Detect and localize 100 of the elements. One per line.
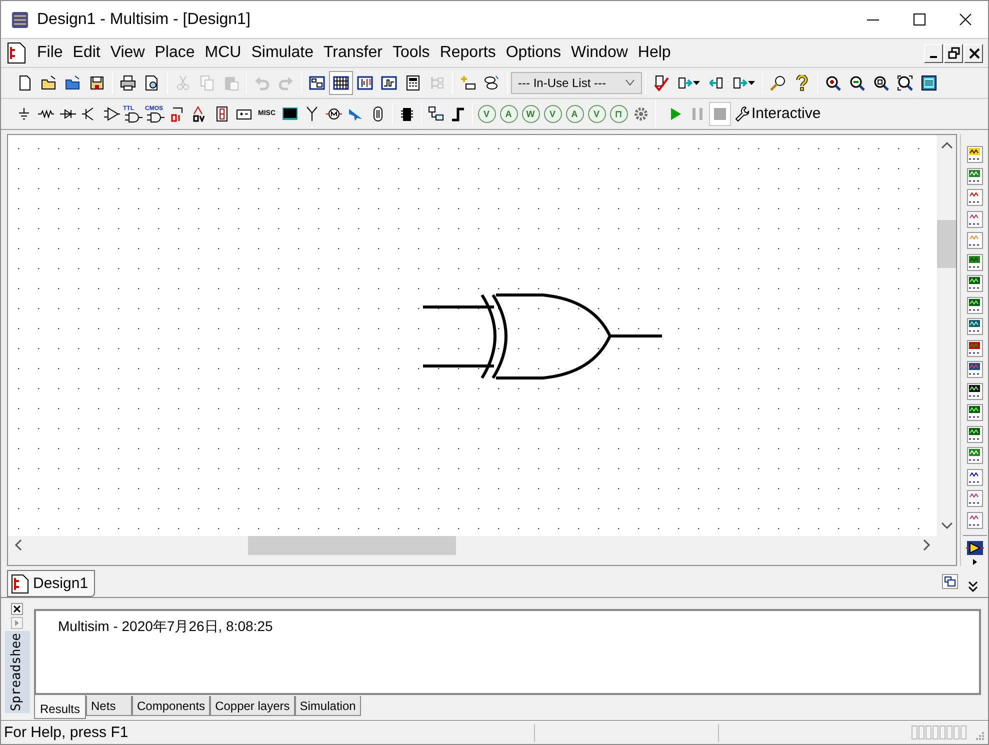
status-text: For Help, press F1 (4, 722, 130, 742)
menu-item[interactable]: Place (150, 42, 200, 64)
logic-gate-icon (147, 112, 165, 123)
restore-icon (946, 45, 962, 62)
in-use-list-dropdown[interactable]: --- In-Use List --- (511, 72, 642, 94)
instrument-icon (966, 404, 982, 422)
zoom-area-icon (873, 75, 889, 92)
restore-button[interactable] (944, 44, 963, 63)
folder-icon (65, 75, 81, 92)
probe-button[interactable]: V (588, 105, 606, 124)
instrument-button[interactable] (966, 402, 982, 424)
scroll-thumb[interactable] (937, 220, 956, 268)
instrument-icon (966, 490, 982, 508)
instrument-icon (966, 468, 982, 486)
grid-icon (333, 75, 349, 92)
instrument-icon (966, 318, 982, 336)
menu-item[interactable]: Simulate (246, 42, 318, 64)
instrument-button[interactable] (966, 337, 982, 359)
instrument-icon (966, 146, 982, 164)
double-chevron-down-icon (968, 581, 978, 594)
step-icon (450, 106, 466, 122)
analog-amplifier-icon (104, 106, 120, 122)
menu-item[interactable]: Reports (434, 42, 501, 64)
menu-item[interactable]: Edit (68, 42, 106, 64)
instrument-button[interactable] (966, 251, 982, 273)
spreadsheet-tab[interactable]: Nets (86, 696, 132, 716)
undo-icon (254, 75, 270, 92)
spreadsheet-tab[interactable]: Simulation (294, 696, 361, 716)
instrument-button[interactable] (966, 466, 982, 488)
folder-icon (41, 75, 57, 92)
resize-grip-icon[interactable] (975, 731, 985, 741)
probe-button[interactable]: A (500, 105, 518, 124)
instrument-button[interactable] (966, 380, 982, 402)
minimize-button[interactable] (924, 44, 943, 63)
instrument-icon (966, 426, 982, 443)
menu-item[interactable]: Tools (387, 42, 435, 64)
clipboard-icon (223, 75, 239, 92)
windows-icon (944, 576, 956, 588)
instrument-icon (966, 512, 982, 529)
caret-icon (693, 81, 700, 86)
instrument-icon (966, 340, 982, 357)
wrench-icon (734, 106, 748, 122)
terminal-icon (282, 106, 298, 122)
instrument-button[interactable] (966, 294, 982, 316)
checkmark-icon (653, 75, 669, 92)
labview-instrument-button[interactable] (966, 540, 984, 556)
instrument-icon (966, 296, 982, 314)
panel-title: Spreadshee (4, 631, 30, 714)
probe-button[interactable]: V (478, 105, 496, 124)
xor-gate-symbol[interactable] (422, 293, 662, 380)
sparkle-component-icon (460, 75, 476, 92)
scroll-thumb[interactable] (248, 536, 456, 555)
instrument-button[interactable] (966, 316, 982, 338)
caret-icon (14, 619, 20, 628)
print-preview-icon (144, 75, 160, 92)
motor-icon (326, 106, 342, 122)
chip-icon (398, 106, 414, 122)
minimize-icon (929, 56, 938, 58)
simulation-mode-label: Interactive (752, 104, 821, 124)
menu-item[interactable]: Transfer (318, 42, 388, 64)
screen-icon (921, 75, 937, 92)
menu-item[interactable]: Options (500, 42, 566, 64)
menu-item[interactable]: File (32, 42, 68, 64)
instrument-icon (966, 275, 982, 292)
zoom-fit-icon (897, 75, 913, 92)
copy-icon (199, 75, 215, 92)
menu-item[interactable]: Window (566, 42, 633, 64)
menu-item[interactable]: MCU (200, 42, 246, 64)
menu-item[interactable]: Help (632, 42, 676, 64)
instrument-button[interactable] (966, 272, 982, 294)
gear-icon (632, 106, 648, 122)
play-icon (670, 107, 682, 122)
tile-windows-button[interactable] (942, 574, 958, 590)
amplifier-icon (966, 540, 984, 556)
redo-icon (278, 75, 294, 92)
instrument-button[interactable] (966, 358, 982, 380)
progress-indicator (911, 724, 969, 742)
document-icon (11, 574, 29, 594)
new-page-icon (17, 75, 33, 92)
grid-button[interactable] (329, 71, 353, 96)
instrument-icon (966, 382, 982, 400)
spreadsheet-tab[interactable]: Components (132, 696, 210, 716)
spreadsheet-tab[interactable]: Results (34, 695, 86, 720)
zoom-in-icon (825, 75, 841, 92)
instrument-button[interactable] (966, 423, 982, 445)
close-button[interactable] (11, 603, 23, 616)
document-tab[interactable]: Design1 (7, 570, 96, 598)
probe-button[interactable]: W (522, 105, 540, 124)
airplane-icon (348, 106, 364, 122)
probe-button[interactable]: A (566, 105, 584, 124)
instrument-icon (966, 210, 982, 228)
hierarchy-icon (428, 106, 444, 122)
seven-segment-icon (214, 106, 230, 122)
spreadsheet-tab[interactable]: Copper layers (210, 696, 295, 716)
instrument-button[interactable] (966, 144, 982, 166)
bar-chart-icon (357, 75, 373, 92)
probe-button[interactable]: V (544, 105, 562, 124)
probe-button[interactable]: ⊓ (610, 105, 628, 124)
menu-item[interactable]: View (105, 42, 150, 64)
instrument-icon (966, 361, 982, 378)
